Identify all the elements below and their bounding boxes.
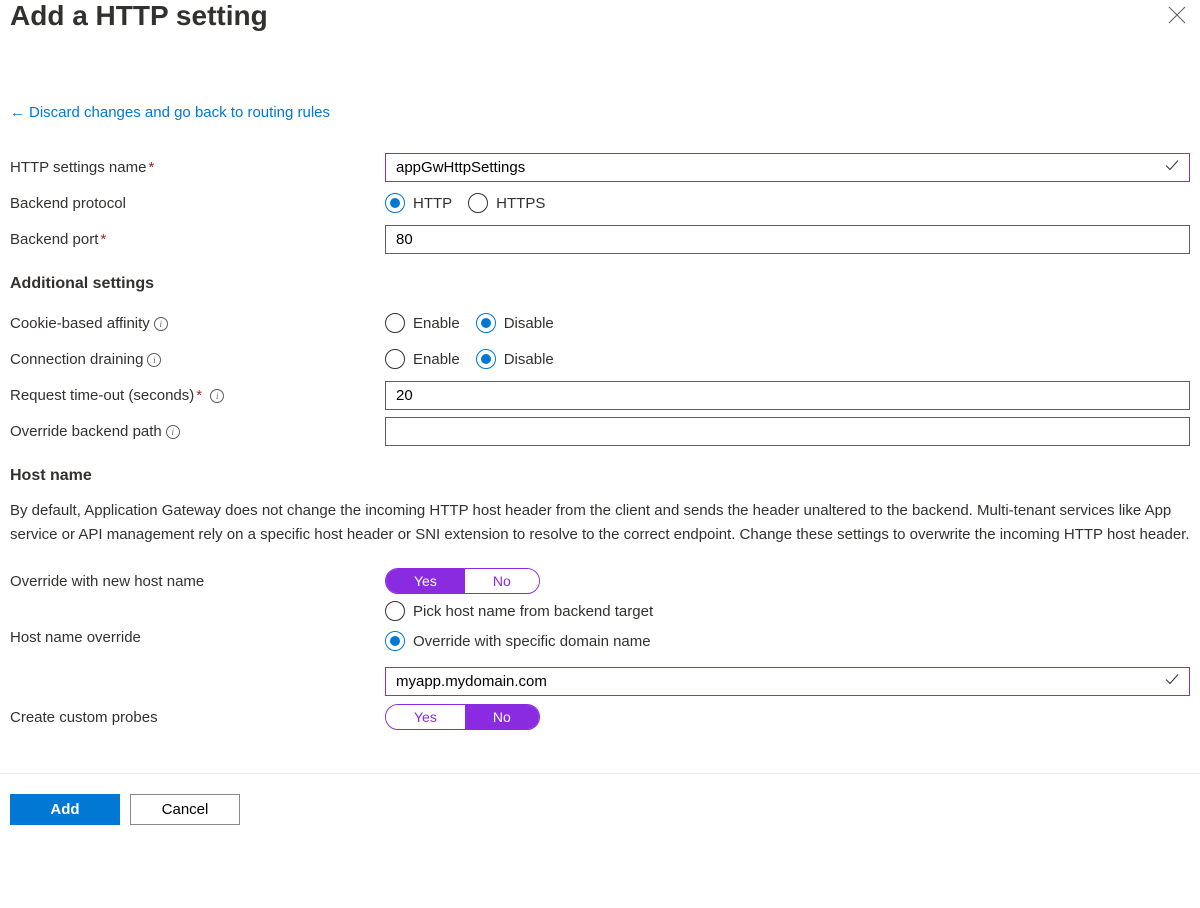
radio-icon xyxy=(468,193,488,213)
custom-probes-label: Create custom probes xyxy=(10,709,385,726)
page-title: Add a HTTP setting xyxy=(10,0,268,32)
info-icon[interactable]: i xyxy=(166,425,180,439)
additional-settings-heading: Additional settings xyxy=(10,275,1190,293)
hostname-heading: Host name xyxy=(10,467,1190,485)
close-icon[interactable] xyxy=(1164,0,1190,34)
info-icon[interactable]: i xyxy=(210,389,224,403)
drain-disable-radio[interactable]: Disable xyxy=(476,349,554,369)
drain-enable-radio[interactable]: Enable xyxy=(385,349,460,369)
port-label: Backend port* xyxy=(10,231,385,248)
cancel-button[interactable]: Cancel xyxy=(130,794,240,825)
connection-draining-label: Connection drainingi xyxy=(10,351,385,368)
protocol-radio-group: HTTP HTTPS xyxy=(385,193,1190,213)
name-input[interactable] xyxy=(385,153,1190,182)
custom-probes-toggle: Yes No xyxy=(385,704,540,730)
protocol-https-radio[interactable]: HTTPS xyxy=(468,193,545,213)
radio-icon xyxy=(385,349,405,369)
override-path-label: Override backend pathi xyxy=(10,423,385,440)
name-label: HTTP settings name* xyxy=(10,159,385,176)
probes-yes[interactable]: Yes xyxy=(386,705,465,729)
info-icon[interactable]: i xyxy=(147,353,161,367)
port-input[interactable] xyxy=(385,225,1190,254)
radio-icon xyxy=(385,631,405,651)
override-specific-radio[interactable]: Override with specific domain name xyxy=(385,631,1190,651)
override-no[interactable]: No xyxy=(465,569,539,593)
override-path-input[interactable] xyxy=(385,417,1190,446)
timeout-input[interactable] xyxy=(385,381,1190,410)
hostname-override-radio-group: Pick host name from backend target Overr… xyxy=(385,601,1190,661)
info-icon[interactable]: i xyxy=(154,317,168,331)
pick-backend-radio[interactable]: Pick host name from backend target xyxy=(385,601,1190,621)
checkmark-icon xyxy=(1164,672,1180,691)
radio-icon xyxy=(385,313,405,333)
protocol-http-radio[interactable]: HTTP xyxy=(385,193,452,213)
domain-input[interactable] xyxy=(385,667,1190,696)
add-button[interactable]: Add xyxy=(10,794,120,825)
radio-icon xyxy=(385,601,405,621)
drain-radio-group: Enable Disable xyxy=(385,349,1190,369)
cookie-radio-group: Enable Disable xyxy=(385,313,1190,333)
cookie-disable-radio[interactable]: Disable xyxy=(476,313,554,333)
radio-icon xyxy=(385,193,405,213)
radio-icon xyxy=(476,313,496,333)
radio-icon xyxy=(476,349,496,369)
override-new-hostname-label: Override with new host name xyxy=(10,573,385,590)
override-hostname-toggle: Yes No xyxy=(385,568,540,594)
checkmark-icon xyxy=(1164,158,1180,177)
probes-no[interactable]: No xyxy=(465,705,539,729)
hostname-description: By default, Application Gateway does not… xyxy=(10,499,1190,547)
hostname-override-label: Host name override xyxy=(10,601,385,646)
timeout-label: Request time-out (seconds)* i xyxy=(10,387,385,404)
arrow-left-icon: ← xyxy=(10,104,25,121)
cookie-affinity-label: Cookie-based affinityi xyxy=(10,315,385,332)
discard-link-text: Discard changes and go back to routing r… xyxy=(29,104,330,121)
discard-link[interactable]: ←Discard changes and go back to routing … xyxy=(10,104,330,121)
override-yes[interactable]: Yes xyxy=(386,569,465,593)
protocol-label: Backend protocol xyxy=(10,195,385,212)
cookie-enable-radio[interactable]: Enable xyxy=(385,313,460,333)
